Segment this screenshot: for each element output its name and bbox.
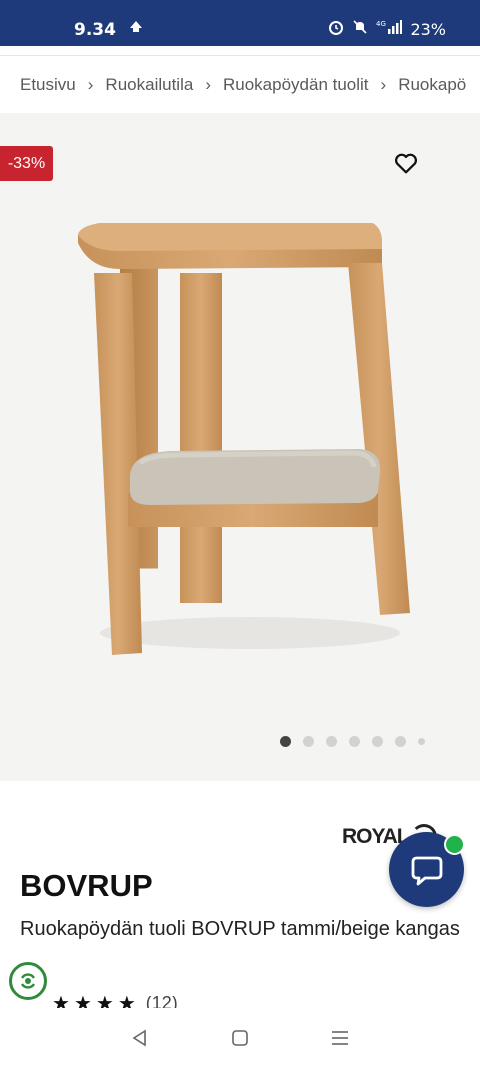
chat-online-indicator bbox=[444, 834, 465, 855]
mute-icon bbox=[352, 19, 368, 39]
alarm-icon bbox=[328, 19, 344, 39]
gallery-dot[interactable] bbox=[303, 736, 314, 747]
product-title: BOVRUP bbox=[20, 868, 153, 903]
system-nav-bar bbox=[0, 1008, 480, 1067]
status-bar: 9.34 4G 23% bbox=[0, 0, 480, 46]
product-image-chair bbox=[78, 223, 410, 655]
battery-text: 23% bbox=[410, 19, 446, 39]
gallery-dot[interactable] bbox=[395, 736, 406, 747]
gallery-pagination[interactable] bbox=[280, 736, 425, 747]
favorite-heart-icon[interactable] bbox=[392, 149, 420, 177]
gallery-dot[interactable] bbox=[372, 736, 383, 747]
status-icons: 4G 23% bbox=[328, 19, 446, 39]
product-subtitle: Ruokapöydän tuoli BOVRUP tammi/beige kan… bbox=[20, 918, 460, 940]
chevron-right-icon: › bbox=[205, 75, 211, 94]
chevron-right-icon: › bbox=[380, 75, 387, 94]
status-time: 9.34 bbox=[74, 20, 116, 40]
header-divider bbox=[0, 46, 480, 56]
chat-bubble-icon bbox=[411, 856, 442, 885]
eco-recycle-icon[interactable] bbox=[9, 962, 47, 1000]
breadcrumb-item-ruokailutila[interactable]: Ruokailutila bbox=[105, 75, 193, 95]
breadcrumb-item-etusivu[interactable]: Etusivu bbox=[20, 75, 76, 95]
chevron-right-icon: › bbox=[87, 75, 94, 94]
nav-back-icon[interactable] bbox=[120, 1018, 160, 1058]
product-image-gallery[interactable]: -33% bbox=[0, 113, 480, 781]
nav-home-icon[interactable] bbox=[220, 1018, 260, 1058]
gallery-dot[interactable] bbox=[418, 738, 425, 745]
discount-badge: -33% bbox=[0, 146, 53, 181]
nav-menu-icon[interactable] bbox=[320, 1018, 360, 1058]
signal-icon: 4G bbox=[376, 19, 403, 39]
gallery-dot[interactable] bbox=[349, 736, 360, 747]
notification-icon bbox=[128, 19, 144, 37]
breadcrumb-item-ruokapoydan-tuolit[interactable]: Ruokapöydän tuolit bbox=[223, 75, 369, 95]
gallery-dot-active[interactable] bbox=[280, 736, 291, 747]
svg-text:4G: 4G bbox=[376, 20, 386, 28]
breadcrumb: Etusivu › Ruokailutila › Ruokapöydän tuo… bbox=[20, 70, 480, 100]
gallery-dot[interactable] bbox=[326, 736, 337, 747]
breadcrumb-item-current[interactable]: Ruokapö bbox=[398, 75, 466, 95]
